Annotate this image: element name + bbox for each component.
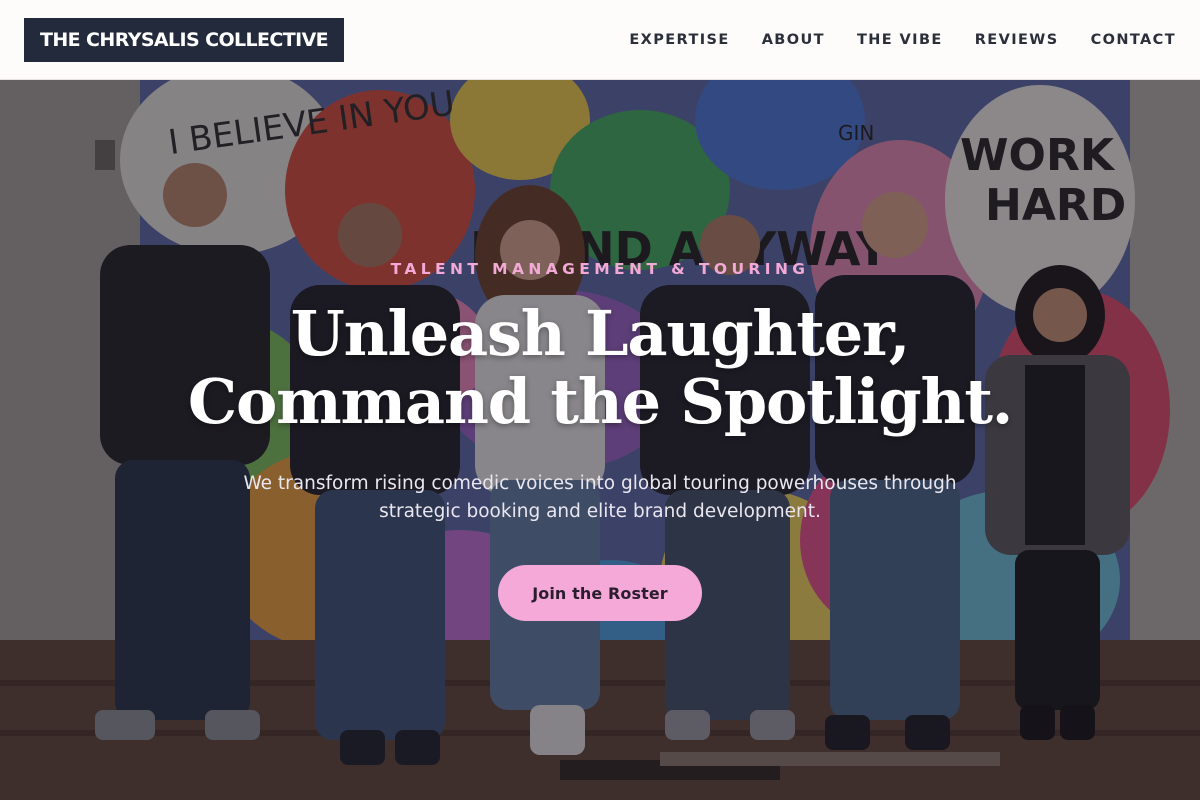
hero-subheading: We transform rising comedic voices into … — [243, 473, 957, 522]
hero-headline-line-2: Command the Spotlight. — [187, 365, 1014, 438]
site-header: THE CHRYSALIS COLLECTIVE EXPERTISE ABOUT… — [0, 0, 1200, 80]
hero-eyebrow: TALENT MANAGEMENT & TOURING — [390, 260, 810, 278]
nav-about[interactable]: ABOUT — [762, 32, 825, 48]
join-roster-button[interactable]: Join the Roster — [498, 565, 702, 621]
brand-logo[interactable]: THE CHRYSALIS COLLECTIVE — [24, 17, 345, 62]
hero-section: I BELIEVE IN YOU WORK HARD BRAND ANYWAY … — [0, 80, 1200, 800]
hero-content: TALENT MANAGEMENT & TOURING Unleash Laug… — [0, 80, 1200, 800]
hero-headline: Unleash Laughter, Command the Spotlight. — [0, 300, 1200, 436]
nav-contact[interactable]: CONTACT — [1091, 32, 1176, 48]
nav-expertise[interactable]: EXPERTISE — [629, 32, 729, 48]
nav-reviews[interactable]: REVIEWS — [975, 32, 1059, 48]
hero-headline-line-1: Unleash Laughter, — [290, 297, 911, 370]
nav-the-vibe[interactable]: THE VIBE — [857, 32, 943, 48]
main-nav: EXPERTISE ABOUT THE VIBE REVIEWS CONTACT — [629, 32, 1176, 48]
